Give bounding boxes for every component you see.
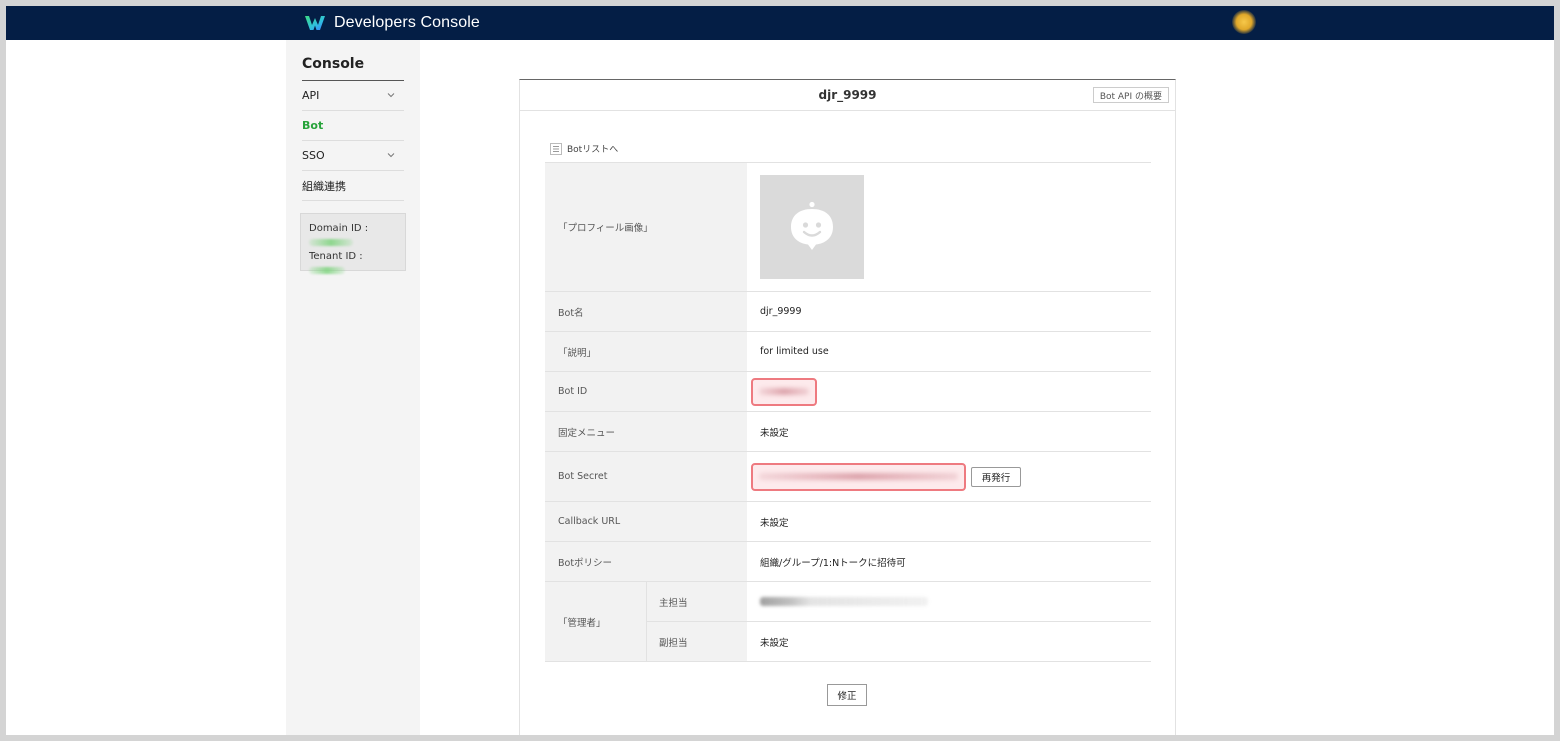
row-sublabel: 主担当: [646, 581, 747, 622]
table-row-description: 「説明」 for limited use: [545, 331, 1151, 372]
sidebar-item-label: Bot: [302, 119, 324, 132]
row-label: Bot Secret: [545, 451, 747, 502]
tenant-id-label: Tenant ID :: [309, 251, 363, 262]
edit-button[interactable]: 修正: [827, 684, 867, 706]
row-label: Callback URL: [545, 501, 747, 542]
bot-id-redacted: [751, 377, 817, 406]
bot-secret-cell: 再発行: [747, 451, 1151, 502]
callback-url-value: 未設定: [747, 501, 1151, 542]
bot-secret-redacted: [751, 462, 966, 491]
bot-name-value: djr_9999: [747, 291, 1151, 332]
domain-info-box: Domain ID : Tenant ID :: [300, 213, 406, 274]
browser-frame: Developers Console Console API Bot SSO 組…: [6, 6, 1554, 735]
table-row-bot-id: Bot ID: [545, 371, 1151, 412]
primary-manager-cell: [747, 581, 1151, 622]
fixed-menu-value: 未設定: [747, 411, 1151, 452]
reissue-secret-button[interactable]: 再発行: [971, 466, 1022, 487]
back-to-bot-list-link[interactable]: Botリストへ: [550, 142, 618, 155]
bot-profile-image[interactable]: [760, 175, 864, 279]
sidebar-item-api[interactable]: API: [302, 81, 404, 111]
table-row-fixed-menu: 固定メニュー 未設定: [545, 411, 1151, 452]
table-row-bot-secret: Bot Secret 再発行: [545, 451, 1151, 502]
row-label: 「管理者」: [545, 581, 647, 662]
bot-api-overview-button[interactable]: Bot API の概要: [1092, 87, 1169, 103]
sidebar-item-label: API: [302, 89, 320, 102]
app-title: Developers Console: [334, 14, 480, 31]
sidebar-item-sso[interactable]: SSO: [302, 141, 404, 171]
brand[interactable]: Developers Console: [304, 12, 480, 34]
sidebar: Console API Bot SSO 組織連携 Domain ID : Ten…: [286, 40, 420, 735]
domain-id-redacted: [309, 238, 353, 246]
bot-info-table: 「プロフィール画像」 Bot名 djr_9999 「説明」 for limite…: [545, 162, 1151, 662]
sidebar-title: Console: [302, 56, 404, 81]
bot-id-cell: [747, 371, 1151, 412]
row-label: Bot ID: [545, 371, 747, 412]
table-row-profile-image: 「プロフィール画像」: [545, 162, 1151, 292]
sidebar-item-org-link[interactable]: 組織連携: [302, 171, 404, 201]
chevron-down-icon: [387, 153, 395, 158]
row-label: Bot名: [545, 291, 747, 332]
chevron-down-icon: [387, 93, 395, 98]
row-label: 固定メニュー: [545, 411, 747, 452]
sidebar-item-label: SSO: [302, 149, 325, 162]
row-sublabel: 副担当: [646, 621, 747, 662]
top-navigation-bar: Developers Console: [6, 6, 1554, 40]
bot-detail-card: djr_9999 Bot API の概要 Botリストへ 「プロフィール画像」: [519, 79, 1176, 735]
bot-title: djr_9999: [818, 88, 877, 102]
back-link-label: Botリストへ: [567, 145, 619, 155]
profile-image-cell: [747, 162, 1151, 292]
bot-face-icon: [791, 201, 833, 250]
sidebar-item-bot[interactable]: Bot: [302, 111, 404, 141]
tenant-id-redacted: [309, 266, 345, 274]
sidebar-nav: API Bot SSO 組織連携: [302, 81, 404, 201]
secondary-manager-value: 未設定: [747, 621, 1151, 662]
primary-manager-redacted: [760, 597, 928, 606]
table-row-bot-policy: Botポリシー 組織/グループ/1:Nトークに招待可: [545, 541, 1151, 582]
row-label: 「説明」: [545, 331, 747, 372]
table-row-manager-primary: 「管理者」 主担当: [545, 581, 1151, 662]
description-value: for limited use: [747, 331, 1151, 372]
bot-policy-value: 組織/グループ/1:Nトークに招待可: [747, 541, 1151, 582]
row-label: 「プロフィール画像」: [545, 162, 747, 292]
works-logo-icon: [305, 16, 325, 30]
row-label: Botポリシー: [545, 541, 747, 582]
user-avatar[interactable]: [1232, 10, 1256, 34]
table-row-bot-name: Bot名 djr_9999: [545, 291, 1151, 332]
sidebar-item-label: 組織連携: [302, 179, 346, 193]
table-row-callback-url: Callback URL 未設定: [545, 501, 1151, 542]
card-header: djr_9999 Bot API の概要: [520, 80, 1175, 111]
domain-id-label: Domain ID :: [309, 223, 369, 234]
list-icon: [550, 142, 562, 155]
